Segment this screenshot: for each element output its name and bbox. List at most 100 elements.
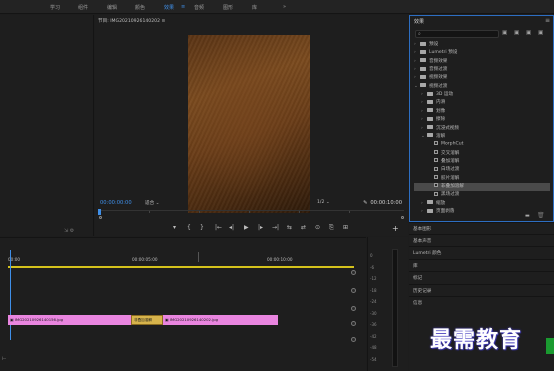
db-label: -24 (370, 299, 377, 304)
transition-effect-icon (434, 141, 438, 146)
step-forward-button[interactable]: |▸ (258, 224, 263, 231)
db-label: -54 (370, 356, 377, 362)
db-label: -12 (370, 276, 377, 281)
wrench-icon[interactable]: ✎ (363, 200, 367, 206)
effects-search-input[interactable]: ⌕ (415, 30, 499, 38)
effects-folder[interactable]: › Lumetri 预设 (414, 49, 550, 57)
db-label: -18 (370, 287, 377, 293)
workspace-tab-assembly[interactable]: 组件 (78, 4, 88, 11)
yuv-effects-icon[interactable]: ▣ (526, 30, 531, 36)
step-back-button[interactable]: ◂| (229, 224, 234, 231)
program-monitor-title[interactable]: 节目: IMG20210926140202 ≡ (98, 18, 165, 24)
panel-menu-icon[interactable]: ≡ (545, 17, 550, 24)
panel-lumetri-color[interactable]: Lumetri 颜色 (409, 246, 554, 258)
left-panel: ⇲ ⚙ (0, 15, 94, 236)
effects-item[interactable]: MorphCut (414, 141, 550, 149)
workspace-tab-edit[interactable]: 编辑 (107, 4, 117, 11)
go-to-out-button[interactable]: →| (272, 224, 279, 231)
timeline-ruler[interactable]: 00:00 00:00:05:00 00:00:10:00 (8, 252, 354, 262)
timeline-playhead[interactable] (10, 250, 11, 340)
folder-icon (420, 58, 426, 63)
effects-item[interactable]: 胶片溶解 (414, 175, 550, 183)
folder-icon (427, 125, 433, 129)
mark-out-button[interactable]: } (200, 224, 204, 231)
workspace-tab-audio[interactable]: 音频 (194, 4, 204, 11)
tree-item-label: 叠加溶解 (441, 158, 460, 164)
comparison-view-button[interactable]: ⎘ (329, 224, 334, 232)
effects-folder[interactable]: › 音频过渡 (414, 66, 550, 74)
tree-item-label: 页面剥落 (436, 209, 455, 214)
workspace-tab-effects[interactable]: 效果 (164, 4, 174, 11)
transition-effect-icon (434, 175, 438, 180)
clip-1[interactable]: ▣ IMG20210926140156.jpg (10, 317, 63, 322)
mark-in-button[interactable]: { (187, 224, 191, 231)
playhead-timecode[interactable]: 00:00:00:00 (100, 200, 132, 206)
folder-icon (420, 41, 426, 46)
effects-folder[interactable]: › 沉浸式视频 (414, 125, 550, 133)
effects-folder[interactable]: › 音频效果 (414, 58, 550, 66)
track-height-knob[interactable] (351, 270, 356, 275)
effects-item[interactable]: 交叉溶解 (414, 150, 550, 158)
32bit-effects-icon[interactable]: ▣ (514, 30, 519, 36)
playhead-marker[interactable] (98, 209, 101, 215)
panel-markers[interactable]: 标记 (409, 271, 554, 283)
side-tab[interactable] (546, 338, 554, 354)
track-height-knob[interactable] (351, 337, 356, 342)
export-frame-button[interactable]: ⊙ (315, 224, 320, 231)
clip-2[interactable]: ▣ IMG20210926140202.jpg (165, 317, 218, 322)
lift-button[interactable]: ⇆ (287, 224, 292, 231)
panel-info[interactable]: 信息 (409, 296, 554, 308)
effects-folder[interactable]: › 擦除 (414, 116, 550, 124)
db-label: -48 (370, 345, 377, 350)
scroll-handle-left[interactable] (99, 216, 102, 219)
effects-panel: 效果 ≡ ⌕ ▣ ▣ ▣ ▣ › 预设 › Lumetri 预设 › 音频效果 › 音频过渡 ›… (409, 15, 554, 222)
transition-effect-icon (434, 166, 438, 171)
effects-folder[interactable]: › 视频效果 (414, 74, 550, 82)
track-height-knob[interactable] (351, 306, 356, 311)
workspace-tab-graphics[interactable]: 图形 (223, 4, 233, 11)
work-area-bar[interactable] (8, 266, 354, 268)
effects-item[interactable]: 叠加溶解 (414, 158, 550, 166)
tree-item-label: 划像 (436, 108, 446, 114)
add-marker-button[interactable]: ▾ (173, 224, 176, 231)
timeline-zoom-icon[interactable]: ⊢ (2, 356, 6, 362)
panel-history[interactable]: 历史记录 (409, 284, 554, 296)
effects-folder[interactable]: › 划像 (414, 108, 550, 116)
transition-clip[interactable]: 非叠加溶解 (131, 315, 163, 325)
panel-essential-graphics[interactable]: 基本图形 (409, 222, 554, 234)
zoom-fit-select[interactable]: 适合 ⌄ (145, 200, 160, 206)
multicam-button[interactable]: ⊞ (343, 224, 348, 231)
play-button[interactable]: ▶ (244, 224, 249, 231)
scroll-handle-right[interactable] (401, 216, 404, 219)
effects-folder[interactable]: ⌄ 视频过渡 (414, 83, 550, 91)
effects-panel-title[interactable]: 效果 (414, 18, 424, 25)
effects-folder[interactable]: › 3D 运动 (414, 91, 550, 99)
scrub-bar[interactable] (98, 209, 404, 219)
effects-item[interactable]: 黑场过渡 (414, 191, 550, 199)
new-bin-icon[interactable]: ▣ (538, 30, 543, 36)
search-icon: ⌕ (418, 31, 421, 37)
effects-item[interactable]: 白场过渡 (414, 166, 550, 174)
workspace-tab-learn[interactable]: 学习 (50, 4, 60, 11)
new-bin-folder-icon[interactable]: ▬ (525, 213, 530, 219)
workspace-tab-color[interactable]: 颜色 (135, 4, 145, 11)
delete-icon[interactable]: 🗑 (537, 212, 545, 219)
panel-essential-sound[interactable]: 基本声音 (409, 234, 554, 246)
panel-options-icon[interactable]: ⇲ ⚙ (64, 228, 74, 234)
go-to-in-button[interactable]: |← (215, 224, 222, 231)
workspace-menu-icon[interactable]: ≡ (181, 4, 185, 10)
effects-folder[interactable]: › 内滑 (414, 99, 550, 107)
workspace-tab-libraries[interactable]: 库 (252, 4, 257, 11)
extract-button[interactable]: ⇄ (301, 224, 306, 231)
track-height-knob[interactable] (351, 288, 356, 293)
effects-folder[interactable]: ⌄ 溶解 (414, 133, 550, 141)
effects-folder[interactable]: › 缩放 (414, 200, 550, 208)
panel-libraries[interactable]: 库 (409, 259, 554, 271)
track-height-knob[interactable] (351, 321, 356, 326)
effects-folder[interactable]: › 预设 (414, 41, 550, 49)
effects-item[interactable]: 非叠加溶解 (414, 182, 550, 191)
accelerated-effects-icon[interactable]: ▣ (502, 30, 507, 36)
button-editor-plus-icon[interactable]: + (392, 224, 399, 233)
workspace-more-icon[interactable]: » (283, 4, 286, 10)
resolution-select[interactable]: 1/2 ⌄ (317, 200, 330, 205)
